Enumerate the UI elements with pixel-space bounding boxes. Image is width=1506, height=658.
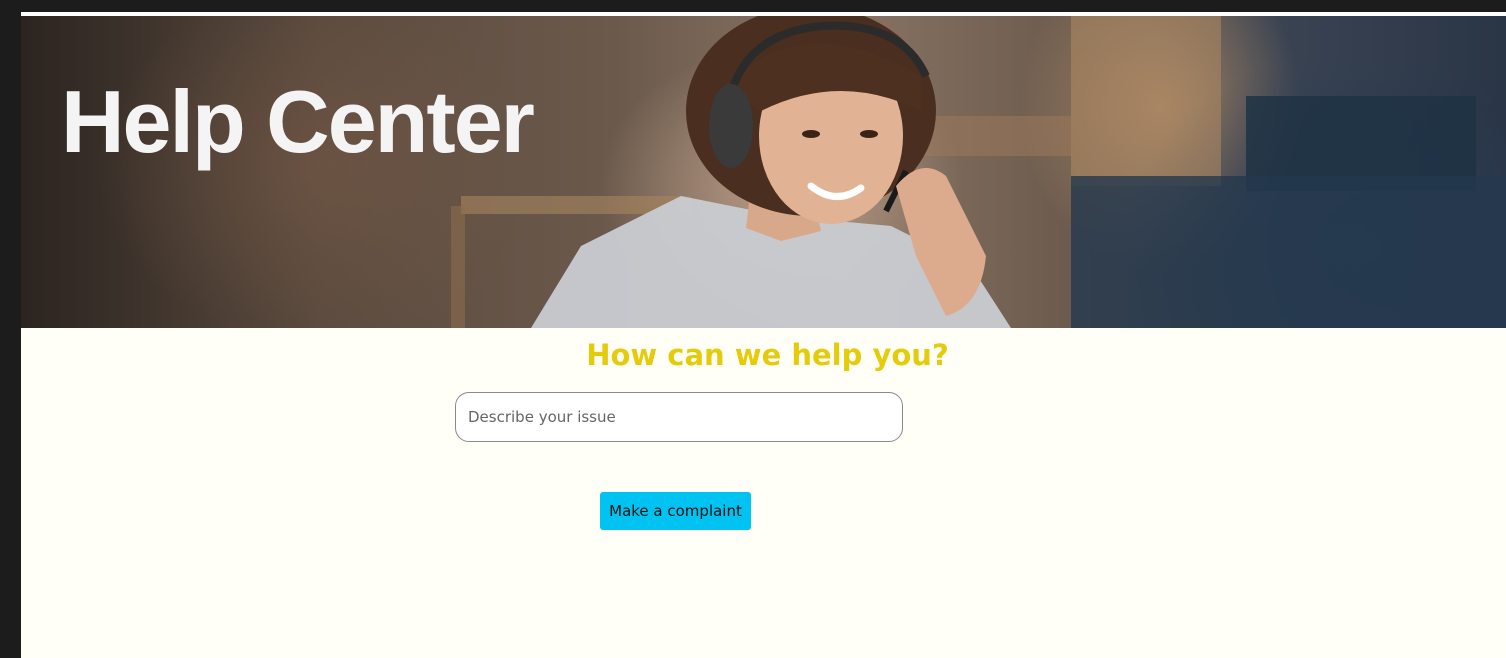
app-frame: Help Center How can we help you? Make a … [21,12,1506,658]
page-title: Help Center [61,72,535,171]
hero-banner: Help Center [21,16,1506,328]
issue-search-input[interactable] [455,392,903,442]
make-complaint-button[interactable]: Make a complaint [600,492,751,530]
hero-photo-image [451,16,1506,328]
help-heading: How can we help you? [586,338,949,372]
